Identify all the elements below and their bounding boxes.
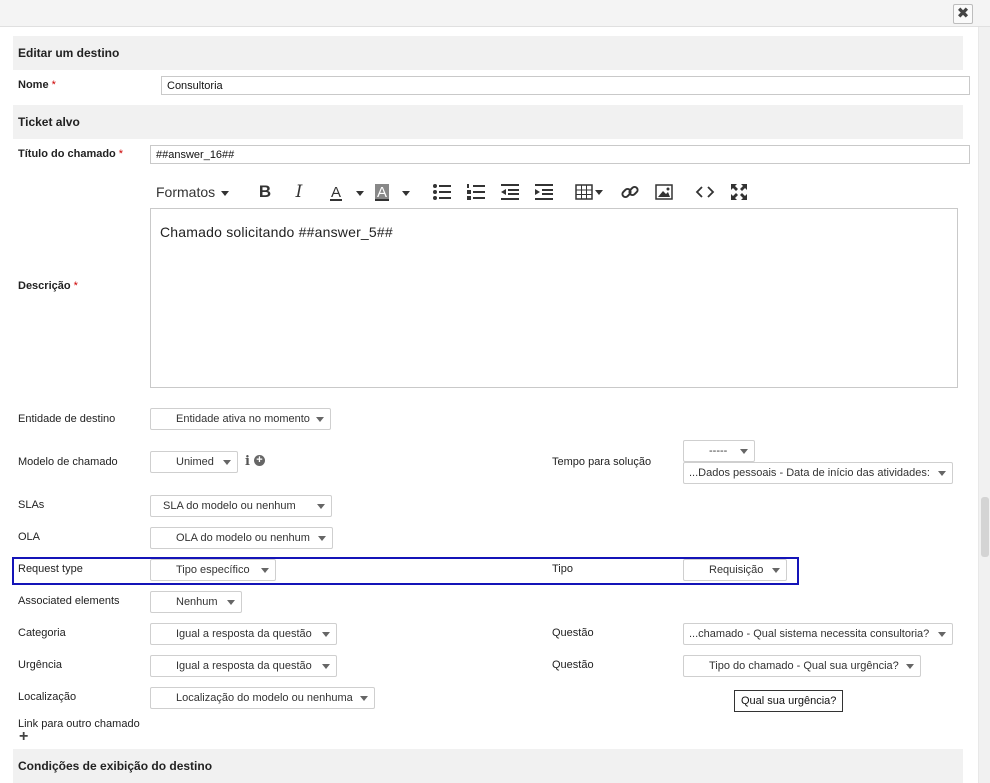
chevron-down-icon bbox=[322, 664, 330, 669]
scrollbar[interactable] bbox=[978, 27, 990, 783]
section-edit-destination: Editar um destino bbox=[13, 36, 963, 70]
modal-header bbox=[0, 0, 990, 27]
solution-time-label: Tempo para solução bbox=[552, 456, 652, 468]
description-label: Descrição * bbox=[18, 280, 78, 292]
chevron-down-icon bbox=[223, 460, 231, 465]
chevron-down-icon bbox=[906, 664, 914, 669]
urgency-select[interactable]: Igual a resposta da questão bbox=[150, 655, 337, 677]
chevron-down-icon bbox=[938, 471, 946, 476]
chevron-down-icon bbox=[322, 632, 330, 637]
chevron-down-icon bbox=[740, 449, 748, 454]
category-question-select[interactable]: ...chamado - Qual sistema necessita cons… bbox=[683, 623, 953, 645]
link-ticket-label: Link para outro chamado bbox=[18, 718, 140, 730]
required-mark: * bbox=[73, 280, 78, 292]
table-icon[interactable] bbox=[574, 181, 606, 203]
required-mark: * bbox=[118, 148, 124, 160]
urgency-question-label: Questão bbox=[552, 659, 594, 671]
description-content: Chamado solicitando ##answer_5## bbox=[160, 224, 393, 240]
request-type-select[interactable]: Tipo específico bbox=[150, 559, 276, 581]
close-button[interactable]: ✖ bbox=[953, 4, 973, 24]
chevron-down-icon bbox=[227, 600, 235, 605]
background-color-icon[interactable]: A bbox=[374, 181, 410, 203]
chevron-down-icon bbox=[317, 504, 325, 509]
request-type-label: Request type bbox=[18, 563, 83, 575]
type-label: Tipo bbox=[552, 563, 573, 575]
chevron-down-icon bbox=[938, 632, 946, 637]
chevron-down-icon bbox=[316, 417, 324, 422]
solution-time-question-select[interactable]: ...Dados pessoais - Data de início das a… bbox=[683, 462, 953, 484]
info-icon[interactable]: i bbox=[245, 454, 250, 469]
urgency-question-select[interactable]: Tipo do chamado - Qual sua urgência? bbox=[683, 655, 921, 677]
close-icon: ✖ bbox=[956, 5, 970, 22]
bold-icon[interactable]: B bbox=[254, 181, 276, 203]
description-editor[interactable]: Chamado solicitando ##answer_5## bbox=[150, 208, 958, 388]
category-label: Categoria bbox=[18, 627, 66, 639]
tooltip: Qual sua urgência? bbox=[734, 690, 844, 712]
associated-select[interactable]: Nenhum bbox=[150, 591, 242, 613]
template-select[interactable]: Unimed bbox=[150, 451, 238, 473]
name-label: Nome * bbox=[18, 79, 56, 91]
template-label: Modelo de chamado bbox=[18, 456, 118, 468]
associated-label: Associated elements bbox=[18, 595, 120, 607]
name-input[interactable]: Consultoria bbox=[161, 76, 970, 95]
bullet-list-icon[interactable] bbox=[431, 181, 453, 203]
entity-select[interactable]: Entidade ativa no momento bbox=[150, 408, 331, 430]
location-select[interactable]: Localização do modelo ou nenhuma bbox=[150, 687, 375, 709]
required-mark: * bbox=[51, 79, 56, 91]
link-icon[interactable] bbox=[619, 181, 641, 203]
ola-select[interactable]: OLA do modelo ou nenhum bbox=[150, 527, 333, 549]
svg-text:A: A bbox=[377, 184, 387, 201]
add-template-icon[interactable]: + bbox=[254, 455, 265, 466]
text-color-icon[interactable]: A bbox=[328, 181, 364, 203]
italic-icon[interactable]: I bbox=[288, 181, 310, 203]
category-select[interactable]: Igual a resposta da questão bbox=[150, 623, 337, 645]
urgency-label: Urgência bbox=[18, 659, 63, 671]
section-target-ticket: Ticket alvo bbox=[13, 105, 963, 139]
svg-text:A: A bbox=[331, 184, 341, 201]
chevron-down-icon bbox=[318, 536, 326, 541]
ola-label: OLA bbox=[18, 531, 41, 543]
chevron-down-icon bbox=[772, 568, 780, 573]
outdent-icon[interactable] bbox=[499, 181, 521, 203]
chevron-down-icon bbox=[261, 568, 269, 573]
slas-label: SLAs bbox=[18, 499, 45, 511]
ticket-title-label: Título do chamado * bbox=[18, 148, 124, 160]
highlight-box bbox=[12, 557, 799, 585]
add-link-icon[interactable]: + bbox=[19, 729, 28, 745]
image-icon[interactable] bbox=[653, 181, 675, 203]
editor-toolbar: Formatos B I A A bbox=[150, 178, 760, 206]
numbered-list-icon[interactable] bbox=[465, 181, 487, 203]
formats-dropdown[interactable]: Formatos bbox=[156, 181, 234, 203]
entity-label: Entidade de destino bbox=[18, 413, 116, 425]
fullscreen-icon[interactable] bbox=[728, 181, 750, 203]
scrollbar-thumb[interactable] bbox=[981, 497, 989, 557]
ticket-title-input[interactable]: ##answer_16## bbox=[150, 145, 970, 164]
solution-time-select[interactable]: ----- bbox=[683, 440, 755, 462]
slas-select[interactable]: SLA do modelo ou nenhum bbox=[150, 495, 332, 517]
source-code-icon[interactable] bbox=[694, 181, 716, 203]
category-question-label: Questão bbox=[552, 627, 594, 639]
section-display-conditions: Condições de exibição do destino bbox=[13, 749, 963, 783]
indent-icon[interactable] bbox=[533, 181, 555, 203]
location-label: Localização bbox=[18, 691, 77, 703]
type-select[interactable]: Requisição bbox=[683, 559, 787, 581]
chevron-down-icon bbox=[360, 696, 368, 701]
